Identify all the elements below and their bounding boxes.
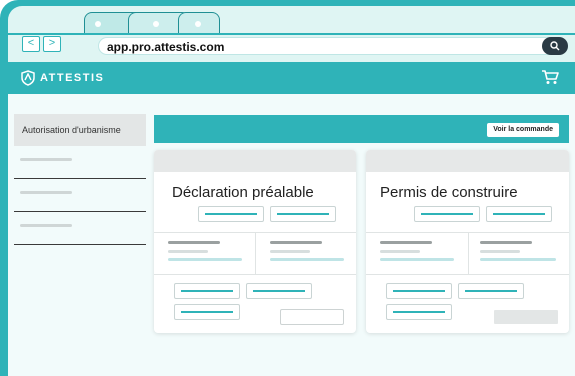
- placeholder-line: [270, 250, 310, 253]
- placeholder-line: [380, 258, 454, 261]
- placeholder-line: [168, 250, 208, 253]
- card-divider: [154, 274, 356, 275]
- option-pill[interactable]: [458, 283, 524, 299]
- option-pill[interactable]: [414, 206, 480, 222]
- action-strip: Voir la commande: [154, 115, 569, 143]
- card-header: [154, 150, 356, 172]
- placeholder-line: [270, 241, 322, 244]
- browser-window: < > app.pro.attestis.com ATTESTIS Autori…: [8, 6, 575, 376]
- placeholder-line: [20, 158, 72, 161]
- placeholder-line: [380, 241, 432, 244]
- search-icon: [550, 41, 560, 51]
- back-button[interactable]: <: [22, 36, 40, 52]
- tab-dot: [153, 21, 159, 27]
- option-pill[interactable]: [386, 304, 452, 320]
- placeholder-line: [480, 241, 532, 244]
- tabbar-divider: [8, 33, 575, 35]
- sidebar-item-urbanisme[interactable]: Autorisation d'urbanisme: [14, 114, 146, 146]
- sidebar-item[interactable]: [14, 212, 146, 245]
- card-divider: [366, 274, 569, 275]
- disabled-field: [494, 310, 558, 324]
- empty-field[interactable]: [280, 309, 344, 325]
- sidebar-item[interactable]: [14, 179, 146, 212]
- option-pill[interactable]: [486, 206, 552, 222]
- placeholder-line: [480, 258, 556, 261]
- card-header: [366, 150, 569, 172]
- product-card-permis: Permis de construire: [366, 150, 569, 333]
- card-title: Permis de construire: [380, 184, 518, 201]
- sidebar: Autorisation d'urbanisme: [14, 114, 146, 245]
- placeholder-line: [270, 258, 344, 261]
- search-button[interactable]: [542, 37, 568, 55]
- option-pill[interactable]: [174, 283, 240, 299]
- url-text: app.pro.attestis.com: [107, 40, 225, 54]
- tab-dot: [95, 21, 101, 27]
- cart-icon[interactable]: [541, 69, 559, 85]
- placeholder-line: [480, 250, 520, 253]
- address-bar[interactable]: app.pro.attestis.com: [98, 37, 568, 55]
- placeholder-line: [168, 241, 220, 244]
- card-divider: [255, 232, 256, 274]
- tab-dot: [195, 21, 201, 27]
- option-pill[interactable]: [198, 206, 264, 222]
- attestis-logo-icon: [21, 70, 35, 86]
- app-header: ATTESTIS: [8, 62, 575, 94]
- main-content: Autorisation d'urbanisme Voir la command…: [8, 94, 575, 376]
- browser-frame: < > app.pro.attestis.com ATTESTIS Autori…: [0, 0, 575, 376]
- browser-tab-3[interactable]: [178, 12, 220, 34]
- placeholder-line: [20, 224, 72, 227]
- card-divider: [468, 232, 469, 274]
- option-pill[interactable]: [246, 283, 312, 299]
- brand-name: ATTESTIS: [40, 72, 105, 84]
- sidebar-item[interactable]: [14, 146, 146, 179]
- placeholder-line: [380, 250, 420, 253]
- card-title: Déclaration préalable: [172, 184, 314, 201]
- placeholder-line: [20, 191, 72, 194]
- option-pill[interactable]: [174, 304, 240, 320]
- product-card-declaration: Déclaration préalable: [154, 150, 356, 333]
- view-order-button[interactable]: Voir la commande: [487, 123, 559, 137]
- forward-button[interactable]: >: [43, 36, 61, 52]
- option-pill[interactable]: [386, 283, 452, 299]
- placeholder-line: [168, 258, 242, 261]
- option-pill[interactable]: [270, 206, 336, 222]
